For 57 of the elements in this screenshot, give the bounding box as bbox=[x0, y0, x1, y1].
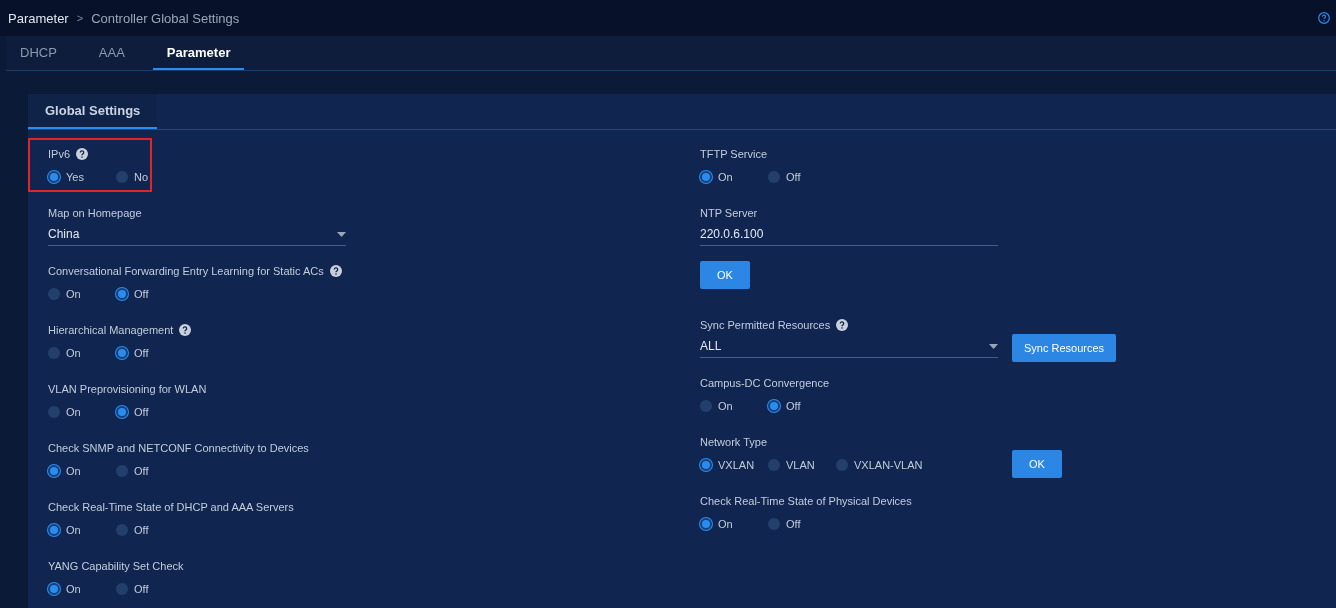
field-label: Check SNMP and NETCONF Connectivity to Devices bbox=[48, 442, 309, 454]
ok-button[interactable]: OK bbox=[1012, 450, 1062, 478]
breadcrumb-item: Controller Global Settings bbox=[91, 10, 240, 26]
help-icon[interactable] bbox=[836, 319, 849, 331]
dropdown-field[interactable]: ALL bbox=[700, 335, 998, 358]
radio-option[interactable]: On bbox=[700, 171, 768, 183]
field-label: Check Real-Time State of DHCP and AAA Servers bbox=[48, 501, 294, 513]
help-icon[interactable] bbox=[179, 324, 192, 336]
radio-option[interactable]: VXLAN bbox=[700, 459, 768, 471]
radio-option[interactable]: Off bbox=[116, 347, 184, 359]
help-icon[interactable] bbox=[1318, 12, 1330, 24]
input-field[interactable]: 220.0.6.100 bbox=[700, 223, 998, 246]
ok-button[interactable]: OK bbox=[700, 261, 750, 289]
radio-option[interactable]: Off bbox=[768, 518, 836, 530]
radio-option[interactable]: Off bbox=[768, 171, 836, 183]
radio-option[interactable]: VXLAN-VLAN bbox=[836, 459, 923, 471]
radio-option[interactable]: Off bbox=[116, 583, 184, 595]
tab[interactable]: Parameter bbox=[152, 36, 245, 70]
field-label: VLAN Preprovisioning for WLAN bbox=[48, 383, 207, 395]
radio-option[interactable]: On bbox=[48, 465, 116, 477]
radio-option[interactable]: Off bbox=[116, 524, 184, 536]
radio-option[interactable]: Off bbox=[768, 400, 836, 412]
radio-option[interactable]: On bbox=[700, 400, 768, 412]
field-label: Campus-DC Convergence bbox=[700, 377, 829, 389]
field-label: YANG Capability Set Check bbox=[48, 560, 184, 572]
breadcrumb-separator: > bbox=[76, 12, 84, 24]
radio-option[interactable]: On bbox=[48, 524, 116, 536]
radio-option[interactable]: On bbox=[48, 288, 116, 300]
field-label: Check Real-Time State of Physical Devices bbox=[700, 495, 912, 507]
field-label: IPv6 bbox=[48, 148, 70, 160]
breadcrumb-item[interactable]: Parameter bbox=[8, 10, 69, 26]
field-label: Conversational Forwarding Entry Learning for Static ACs bbox=[48, 265, 324, 277]
field-label: Network Type bbox=[700, 436, 768, 448]
field-label: Map on Homepage bbox=[48, 207, 142, 219]
radio-option[interactable]: On bbox=[48, 347, 116, 359]
tab[interactable]: Global Settings bbox=[28, 94, 158, 129]
field-label: TFTP Service bbox=[700, 148, 768, 160]
caret-icon bbox=[337, 231, 346, 237]
field-label: Hierarchical Management bbox=[48, 324, 174, 336]
tab[interactable]: DHCP bbox=[6, 36, 71, 70]
help-icon[interactable] bbox=[329, 265, 342, 277]
sync-button[interactable]: Sync Resources bbox=[1012, 334, 1117, 362]
radio-option[interactable]: No bbox=[116, 171, 184, 183]
caret-icon bbox=[989, 343, 998, 349]
radio-option[interactable]: Off bbox=[116, 465, 184, 477]
radio-option[interactable]: On bbox=[48, 406, 116, 418]
dropdown-field[interactable]: China bbox=[48, 223, 346, 246]
help-icon[interactable] bbox=[76, 148, 88, 160]
radio-option[interactable]: Off bbox=[116, 406, 184, 418]
radio-option[interactable]: On bbox=[48, 583, 116, 595]
radio-option[interactable]: On bbox=[700, 518, 768, 530]
radio-option[interactable]: VLAN bbox=[768, 459, 836, 471]
field-label: Sync Permitted Resources bbox=[700, 319, 831, 331]
radio-option[interactable]: Yes bbox=[48, 171, 116, 183]
tab[interactable]: AAA bbox=[84, 36, 139, 70]
field-label: NTP Server bbox=[700, 207, 758, 219]
radio-option[interactable]: Off bbox=[116, 288, 184, 300]
